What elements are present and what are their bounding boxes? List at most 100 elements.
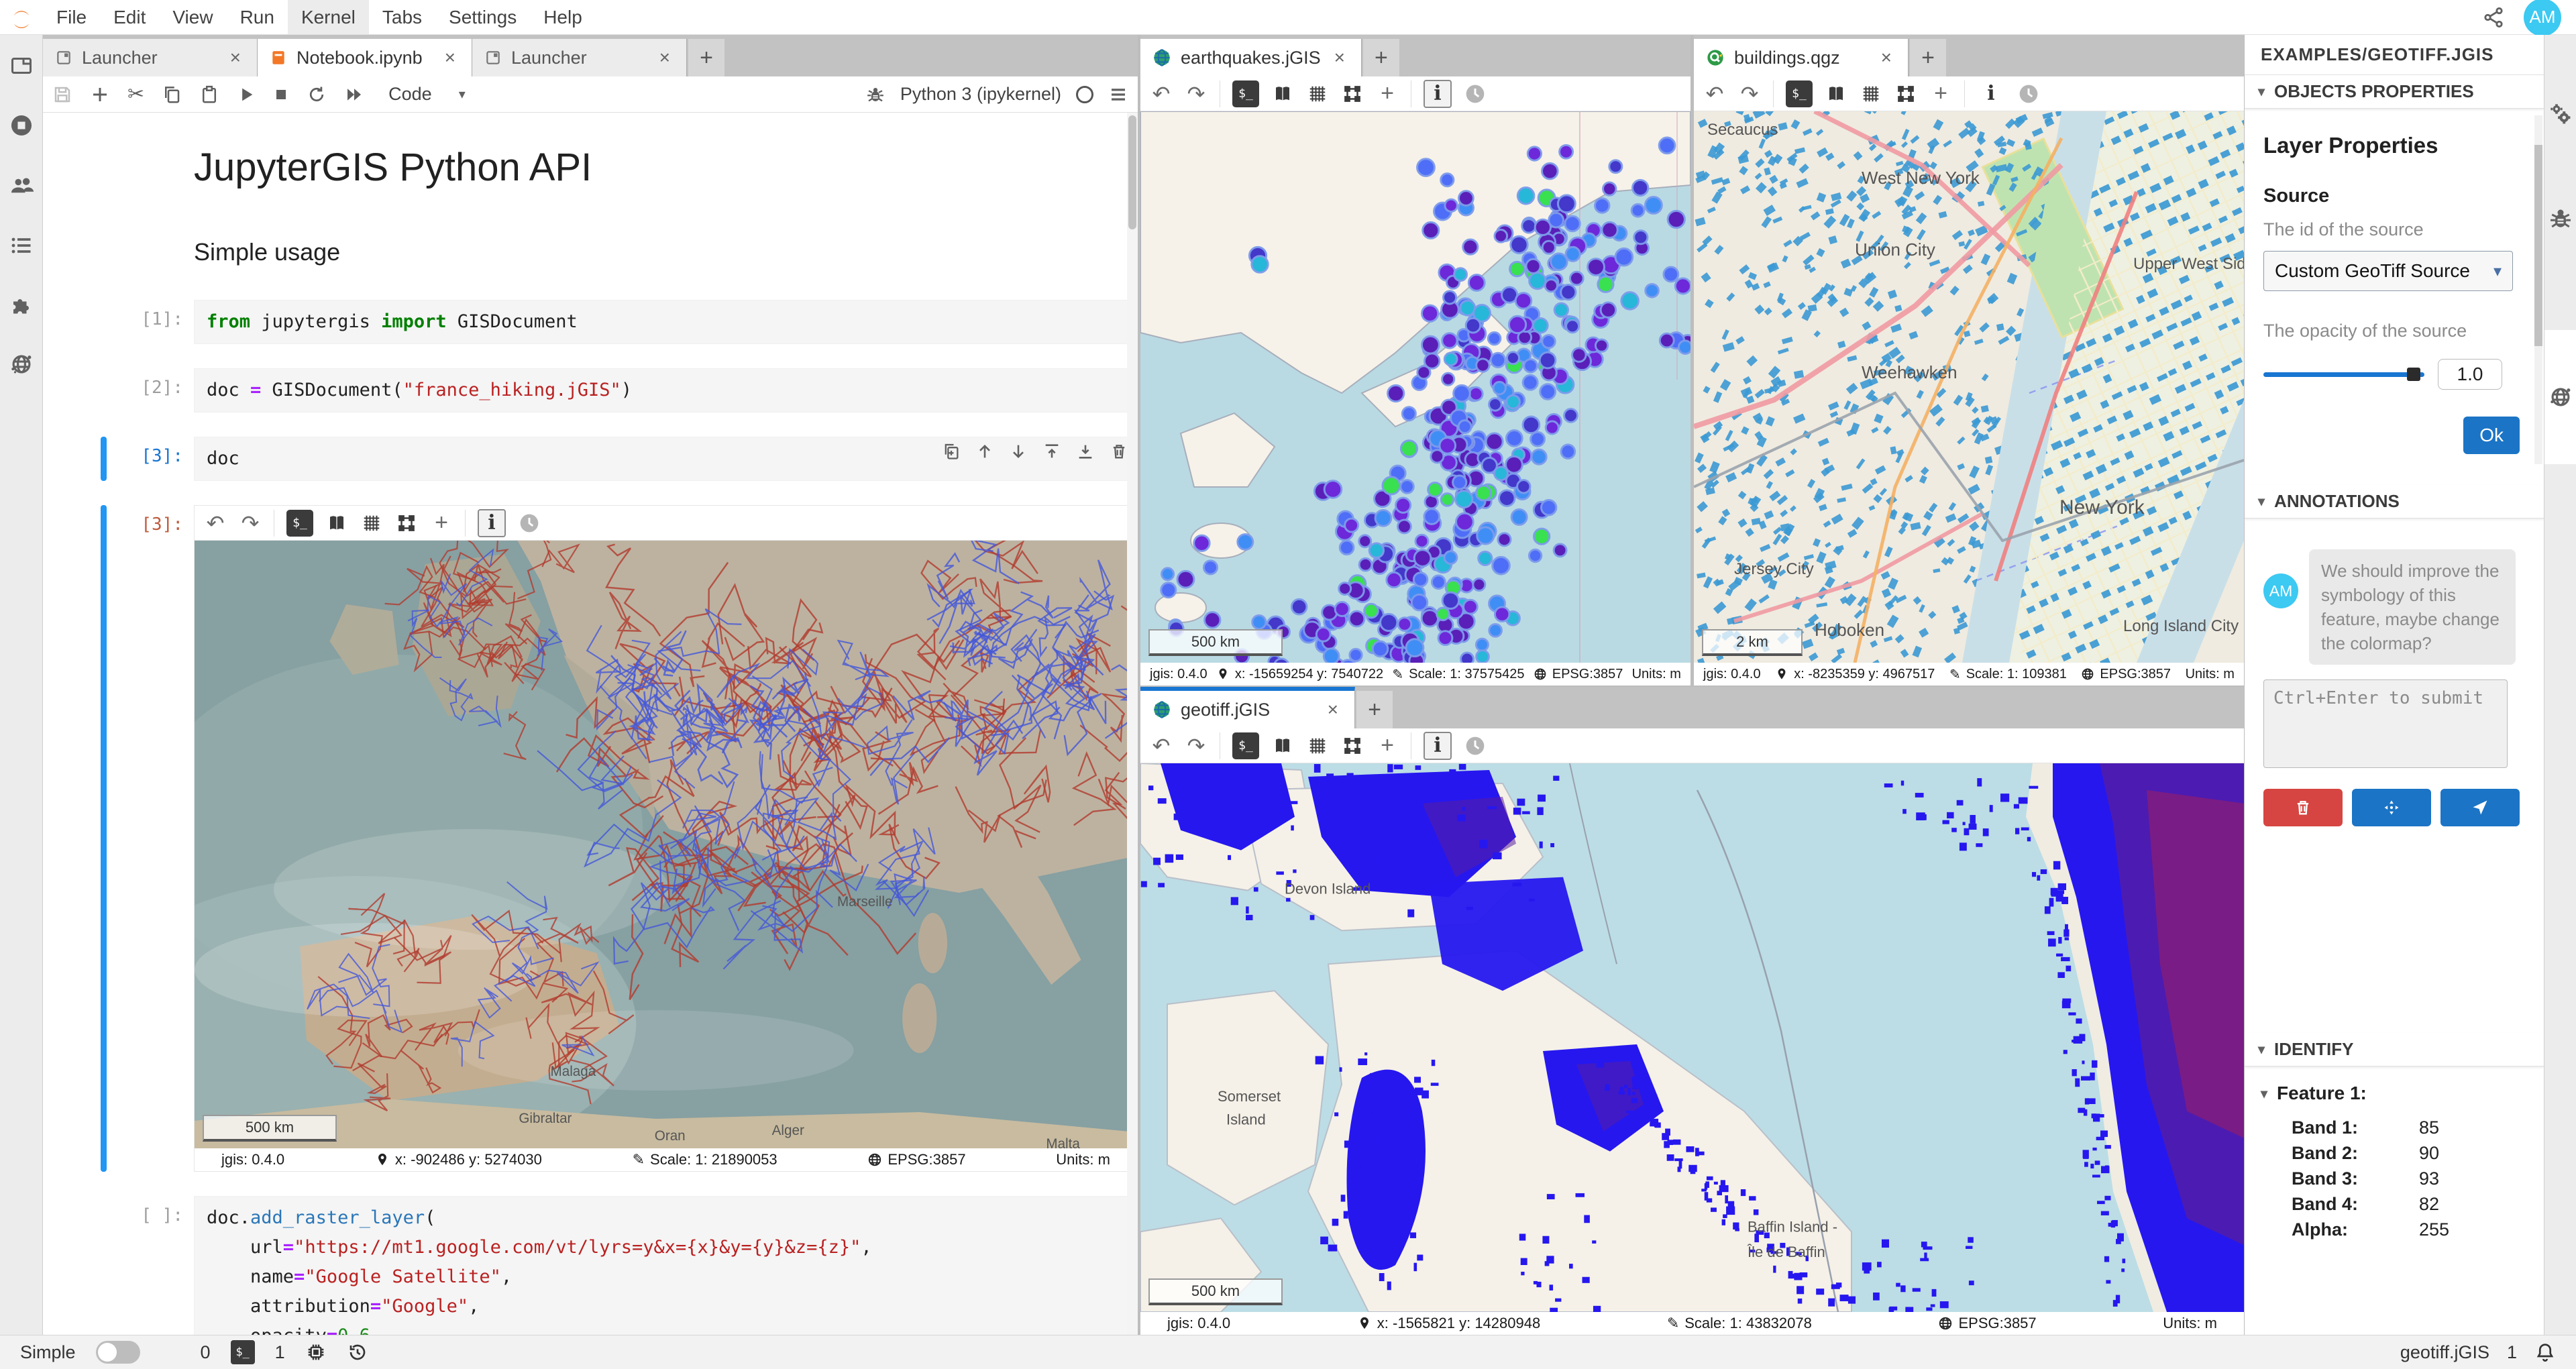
opacity-value[interactable]: 1.0 bbox=[2438, 359, 2502, 390]
redo-icon[interactable]: ↷ bbox=[1738, 81, 1761, 107]
menu-item-file[interactable]: File bbox=[43, 0, 100, 34]
markdown-cell-subtitle[interactable]: Simple usage bbox=[43, 218, 1138, 276]
menu-item-kernel[interactable]: Kernel bbox=[288, 0, 369, 34]
basemap-icon[interactable] bbox=[1271, 84, 1294, 104]
widget-output-cell[interactable]: [3]: ↶↷$_+i MarseilleMalagaGibraltarOran… bbox=[43, 505, 1138, 1172]
kernel-usage-icon[interactable] bbox=[305, 1341, 327, 1363]
feature-header[interactable]: ▾Feature 1: bbox=[2261, 1083, 2528, 1104]
code-cell-2[interactable]: [2]: doc = GISDocument("france_hiking.jG… bbox=[43, 368, 1138, 413]
property-inspector-icon[interactable] bbox=[2548, 102, 2573, 126]
grid-icon[interactable] bbox=[360, 513, 383, 533]
panel-scrollbar[interactable] bbox=[2534, 115, 2542, 464]
geotiff-map[interactable]: Devon IslandSomersetIslandBaffin Island … bbox=[1140, 763, 2244, 1312]
jgis-panel-active-tab[interactable] bbox=[2544, 330, 2576, 464]
code-editor[interactable]: doc.add_raster_layer( url="https://mt1.g… bbox=[194, 1196, 1138, 1335]
temporal-clock-icon[interactable] bbox=[1464, 735, 1487, 757]
debugger-bug-icon[interactable] bbox=[865, 85, 885, 105]
temporal-clock-icon[interactable] bbox=[1464, 83, 1487, 105]
basemap-icon[interactable] bbox=[325, 513, 348, 533]
undo-icon[interactable]: ↶ bbox=[1150, 733, 1173, 759]
current-document-label[interactable]: geotiff.jGIS bbox=[2400, 1342, 2489, 1363]
tab-launcher-1[interactable]: Launcher × bbox=[43, 39, 258, 76]
notebook-menu-icon[interactable] bbox=[1108, 85, 1128, 105]
redo-icon[interactable]: ↷ bbox=[1185, 733, 1208, 759]
cut-cells-button[interactable]: ✂ bbox=[127, 83, 144, 106]
move-cell-down-icon[interactable] bbox=[1009, 442, 1028, 461]
buildings-map[interactable]: SecaucusWest New YorkUnion CityWeehawken… bbox=[1694, 111, 2244, 663]
notebook-content[interactable]: JupyterGIS Python API Simple usage [1]: … bbox=[43, 113, 1138, 1335]
code-cell-4[interactable]: [ ]: doc.add_raster_layer( url="https://… bbox=[43, 1196, 1138, 1335]
edit-geometry-icon[interactable] bbox=[1341, 736, 1364, 756]
add-layer-icon[interactable]: + bbox=[1929, 80, 1952, 107]
grid-icon[interactable] bbox=[1306, 736, 1329, 756]
running-kernels-icon[interactable] bbox=[9, 113, 34, 138]
tab-launcher-2[interactable]: Launcher × bbox=[472, 39, 687, 76]
identify-icon[interactable]: i bbox=[1424, 732, 1452, 760]
delete-cell-icon[interactable] bbox=[1110, 442, 1128, 461]
new-tab-button[interactable]: + bbox=[1363, 39, 1399, 76]
console-icon[interactable]: $_ bbox=[286, 510, 313, 537]
edit-geometry-icon[interactable] bbox=[1341, 84, 1364, 104]
identify-icon[interactable]: i bbox=[1424, 80, 1452, 108]
tab-earthquakes[interactable]: earthquakes.jGIS × bbox=[1140, 39, 1362, 76]
redo-icon[interactable]: ↷ bbox=[1185, 81, 1208, 107]
close-icon[interactable]: × bbox=[655, 47, 674, 68]
duplicate-cell-icon[interactable] bbox=[942, 442, 961, 461]
tab-geotiff[interactable]: geotiff.jGIS × bbox=[1140, 687, 1355, 728]
close-icon[interactable]: × bbox=[441, 47, 460, 68]
undo-icon[interactable]: ↶ bbox=[1703, 81, 1726, 107]
menu-item-tabs[interactable]: Tabs bbox=[369, 0, 435, 34]
submit-annotation-button[interactable] bbox=[2440, 789, 2520, 826]
identify-icon[interactable]: i bbox=[1977, 80, 2005, 108]
temporal-clock-icon[interactable] bbox=[2017, 83, 2040, 105]
undo-icon[interactable]: ↶ bbox=[204, 510, 227, 536]
console-icon[interactable]: $_ bbox=[1232, 80, 1259, 107]
insert-cell-button[interactable] bbox=[90, 85, 110, 105]
terminal-icon[interactable]: $_ bbox=[231, 1340, 255, 1364]
menu-item-settings[interactable]: Settings bbox=[435, 0, 530, 34]
center-on-annotation-button[interactable] bbox=[2352, 789, 2431, 826]
kernel-status-icon[interactable] bbox=[1076, 86, 1093, 103]
history-icon[interactable] bbox=[347, 1341, 368, 1363]
opacity-slider[interactable] bbox=[2263, 372, 2424, 377]
copy-cells-button[interactable] bbox=[162, 85, 182, 105]
edit-geometry-icon[interactable] bbox=[395, 513, 418, 533]
menu-item-help[interactable]: Help bbox=[530, 0, 596, 34]
add-layer-icon[interactable]: + bbox=[1376, 80, 1399, 107]
insert-cell-above-icon[interactable] bbox=[1042, 442, 1061, 461]
grid-icon[interactable] bbox=[1306, 84, 1329, 104]
code-cell-3[interactable]: [3]: doc bbox=[43, 437, 1138, 481]
simple-mode-toggle[interactable] bbox=[96, 1341, 140, 1364]
console-icon[interactable]: $_ bbox=[1786, 80, 1813, 107]
jgis-widget[interactable]: ↶↷$_+i MarseilleMalagaGibraltarOranAlger… bbox=[194, 505, 1138, 1172]
undo-icon[interactable]: ↶ bbox=[1150, 81, 1173, 107]
run-cell-button[interactable] bbox=[237, 85, 256, 104]
paste-cells-button[interactable] bbox=[199, 85, 219, 105]
france-map[interactable]: MarseilleMalagaGibraltarOranAlgerMalta 5… bbox=[195, 541, 1137, 1148]
menu-item-run[interactable]: Run bbox=[227, 0, 288, 34]
basemap-icon[interactable] bbox=[1271, 736, 1294, 756]
delete-annotation-button[interactable] bbox=[2263, 789, 2343, 826]
tab-notebook[interactable]: Notebook.ipynb × bbox=[258, 39, 472, 76]
share-icon[interactable] bbox=[2482, 6, 2505, 29]
objects-properties-header[interactable]: ▾OBJECTS PROPERTIES bbox=[2245, 75, 2544, 109]
bell-icon[interactable] bbox=[2534, 1341, 2556, 1363]
earthquakes-map[interactable]: 500 km bbox=[1140, 111, 1690, 663]
code-editor[interactable]: from jupytergis import GISDocument bbox=[194, 300, 1138, 344]
source-select[interactable]: Custom GeoTiff Source▾ bbox=[2263, 251, 2513, 291]
cell-type-select[interactable]: Code▾ bbox=[388, 84, 466, 105]
identify-header[interactable]: ▾IDENTIFY bbox=[2245, 1033, 2544, 1066]
add-layer-icon[interactable]: + bbox=[1376, 732, 1399, 759]
kernel-name[interactable]: Python 3 (ipykernel) bbox=[900, 84, 1061, 105]
table-of-contents-icon[interactable] bbox=[9, 233, 34, 258]
markdown-cell-title[interactable]: JupyterGIS Python API bbox=[43, 131, 1138, 194]
grid-icon[interactable] bbox=[1860, 84, 1882, 104]
identify-icon[interactable]: i bbox=[478, 509, 506, 537]
notebook-scrollbar[interactable] bbox=[1127, 113, 1138, 1335]
new-tab-button[interactable]: + bbox=[688, 39, 724, 76]
add-layer-icon[interactable]: + bbox=[430, 510, 453, 536]
run-all-button[interactable] bbox=[344, 85, 364, 105]
code-cell-1[interactable]: [1]: from jupytergis import GISDocument bbox=[43, 300, 1138, 344]
close-icon[interactable]: × bbox=[226, 47, 245, 68]
annotation-input[interactable] bbox=[2263, 679, 2508, 768]
